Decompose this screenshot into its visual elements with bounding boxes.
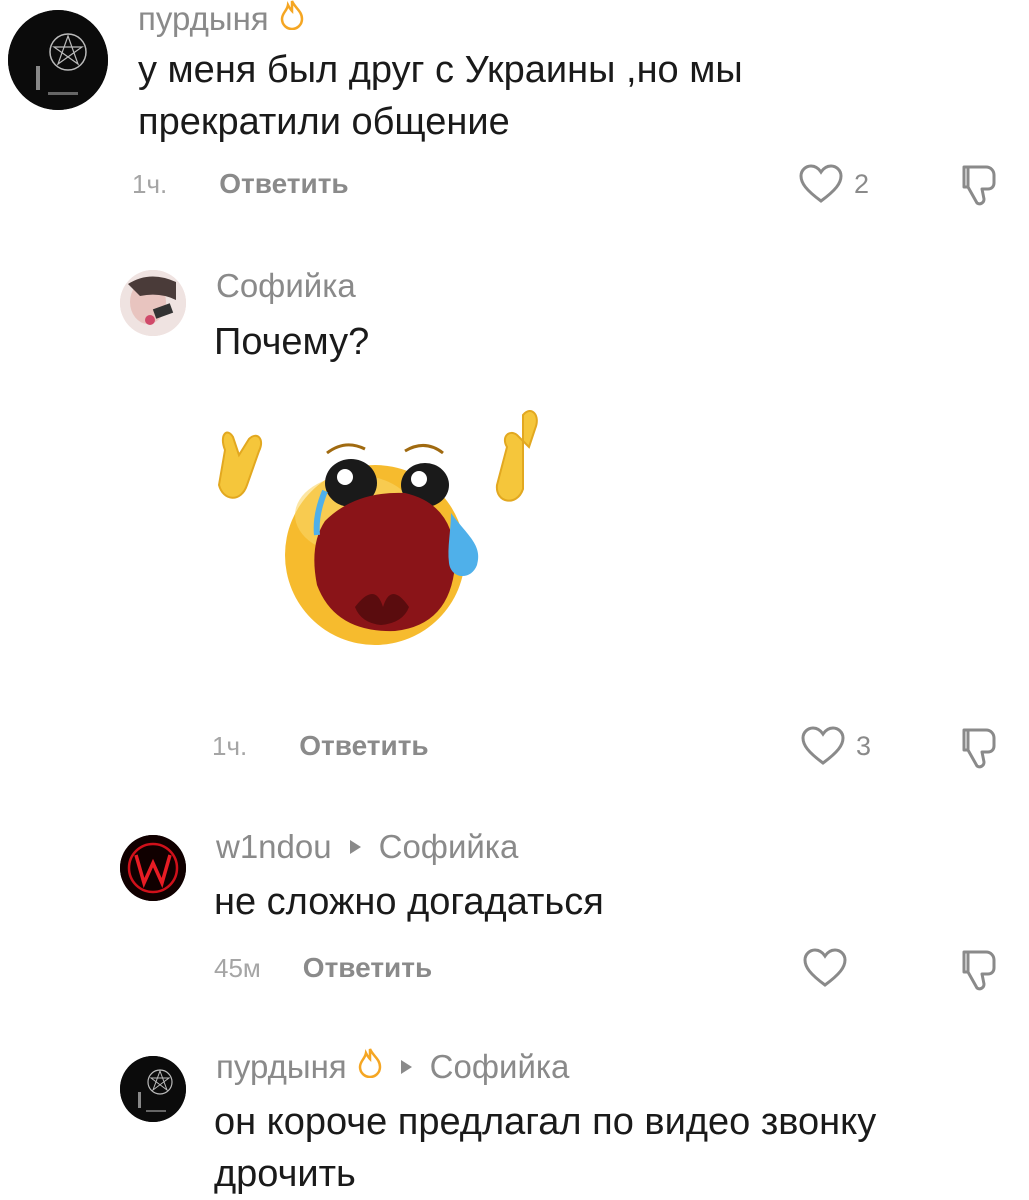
reply-button[interactable]: Ответить bbox=[299, 730, 428, 762]
reply-to-username[interactable]: Софийка bbox=[430, 1048, 570, 1086]
comment-meta: 1ч. Ответить bbox=[212, 730, 429, 762]
username-label: w1ndou bbox=[216, 828, 332, 865]
username[interactable]: w1ndou Софийка bbox=[216, 828, 518, 866]
pentagram-icon bbox=[120, 1056, 186, 1122]
thumbs-down-icon bbox=[962, 165, 996, 206]
like-button[interactable]: 3 bbox=[800, 726, 871, 766]
crying-emoji-sticker bbox=[205, 395, 545, 670]
username[interactable]: пурдыня Софийка bbox=[216, 1048, 569, 1086]
comment-text: Почему? bbox=[214, 316, 369, 368]
reply-arrow-icon bbox=[400, 1060, 412, 1074]
comment-text: у меня был друг с Украины ,но мы прекрат… bbox=[138, 44, 743, 148]
reply-button[interactable]: Ответить bbox=[303, 952, 432, 984]
comment-text: он короче предлагал по видео звонку дроч… bbox=[214, 1096, 876, 1200]
thumbs-down-icon bbox=[962, 728, 996, 769]
heart-icon bbox=[803, 948, 847, 987]
username[interactable]: пурдыня bbox=[138, 0, 305, 38]
dislike-button[interactable] bbox=[958, 726, 1000, 775]
pentagram-icon bbox=[8, 10, 108, 110]
thumbs-down-icon bbox=[962, 950, 996, 991]
timestamp: 45м bbox=[214, 952, 261, 983]
avatar[interactable] bbox=[120, 270, 186, 336]
comment-meta: 45м Ответить bbox=[214, 952, 432, 984]
like-count: 3 bbox=[856, 730, 872, 761]
avatar[interactable] bbox=[120, 835, 186, 901]
reply-arrow-icon bbox=[349, 840, 361, 854]
comment-line: он короче предлагал по видео звонку bbox=[214, 1101, 877, 1143]
like-button[interactable] bbox=[802, 948, 848, 988]
comment-line: прекратили общение bbox=[138, 101, 510, 143]
heart-icon bbox=[801, 726, 845, 765]
username[interactable]: Софийка bbox=[216, 267, 356, 305]
reply-button[interactable]: Ответить bbox=[219, 168, 348, 200]
comment-text: не сложно догадаться bbox=[214, 876, 604, 928]
username-label: Софийка bbox=[216, 267, 356, 304]
like-button[interactable]: 2 bbox=[798, 164, 869, 204]
dislike-button[interactable] bbox=[958, 948, 1000, 997]
heart-icon bbox=[799, 164, 843, 203]
username-label: пурдыня bbox=[138, 0, 269, 37]
comment-meta: 1ч. Ответить bbox=[132, 168, 349, 200]
timestamp: 1ч. bbox=[132, 168, 168, 199]
avatar[interactable] bbox=[8, 10, 108, 110]
comment-line: не сложно догадаться bbox=[214, 881, 604, 923]
comment-line: у меня был друг с Украины ,но мы bbox=[138, 49, 743, 91]
w-letter-icon bbox=[120, 835, 186, 901]
comment-line: дрочить bbox=[214, 1153, 356, 1195]
flame-icon bbox=[357, 1048, 383, 1086]
timestamp: 1ч. bbox=[212, 730, 248, 761]
dislike-button[interactable] bbox=[958, 163, 1000, 212]
username-label: пурдыня bbox=[216, 1048, 347, 1085]
user-photo-icon bbox=[120, 270, 186, 336]
comment-line: Почему? bbox=[214, 321, 370, 363]
like-count: 2 bbox=[854, 168, 870, 199]
avatar[interactable] bbox=[120, 1056, 186, 1122]
reply-to-username[interactable]: Софийка bbox=[379, 828, 519, 866]
flame-icon bbox=[279, 0, 305, 38]
